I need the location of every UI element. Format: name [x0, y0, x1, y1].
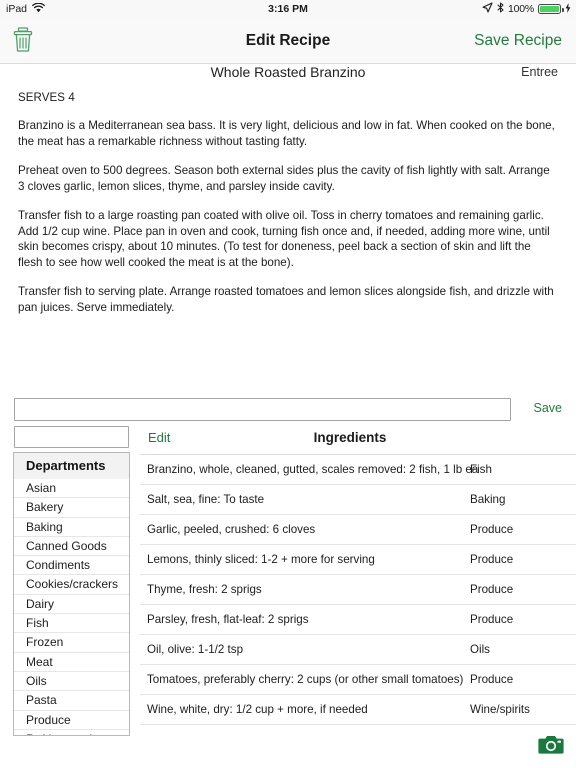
- ingredient-name: Tomatoes, preferably cherry: 2 cups (or …: [147, 673, 464, 686]
- location-arrow-icon: [482, 2, 493, 16]
- department-item[interactable]: Asian: [14, 479, 129, 499]
- department-item[interactable]: Oils: [14, 672, 129, 692]
- status-bar: iPad 3:16 PM 100%: [0, 0, 576, 18]
- ingredient-name: Garlic, peeled, crushed: 6 cloves: [147, 523, 316, 536]
- department-item[interactable]: Refrigerated: [14, 730, 129, 735]
- ingredients-column-header: Ingredients: [313, 430, 387, 445]
- ingredient-name: Lemons, thinly sliced: 1-2 + more for se…: [147, 553, 375, 566]
- recipe-paragraph: Transfer fish to a large roasting pan co…: [18, 209, 550, 269]
- department-item[interactable]: Baking: [14, 518, 129, 537]
- lightning-bolt-icon: [565, 2, 571, 16]
- department-item[interactable]: Meat: [14, 653, 129, 672]
- recipe-body[interactable]: SERVES 4 Branzino is a Mediterranean sea…: [18, 92, 558, 329]
- serves-text: SERVES 4: [18, 92, 75, 104]
- save-recipe-button[interactable]: Save Recipe: [474, 32, 562, 50]
- ingredient-category: Produce: [470, 613, 514, 626]
- status-bar-right: 100%: [482, 2, 571, 16]
- department-item[interactable]: Produce: [14, 711, 129, 730]
- departments-list[interactable]: Asian Bakery Baking Canned Goods Condiments C…: [14, 479, 129, 735]
- ingredient-category: Produce: [470, 523, 514, 536]
- table-row[interactable]: Branzino, whole, cleaned, gutted, scales…: [140, 455, 576, 485]
- ingredient-category: Wine/spirits: [470, 703, 530, 716]
- ingredient-name: Oil, olive: 1-1/2 tsp: [147, 643, 244, 656]
- ingredient-category: Produce: [470, 673, 514, 686]
- ingredient-category: Oils: [470, 643, 490, 656]
- ingredient-category: Produce: [470, 583, 514, 596]
- add-ingredient-input[interactable]: [14, 398, 511, 421]
- table-row[interactable]: Tomatoes, preferably cherry: 2 cups (or …: [140, 665, 576, 695]
- department-filter-input[interactable]: [14, 426, 129, 448]
- department-item[interactable]: Pasta: [14, 691, 129, 711]
- battery-icon: [538, 4, 564, 14]
- ingredient-name: Thyme, fresh: 2 sprigs: [147, 583, 262, 596]
- department-item[interactable]: Bakery: [14, 498, 129, 518]
- save-ingredient-button[interactable]: Save: [534, 401, 563, 415]
- battery-percent: 100%: [507, 3, 534, 15]
- ingredient-name: Parsley, fresh, flat-leaf: 2 sprigs: [147, 613, 309, 626]
- table-row[interactable]: Thyme, fresh: 2 sprigs Produce: [140, 575, 576, 605]
- add-ingredient-row: Save: [14, 398, 562, 422]
- ingredient-category: Produce: [470, 553, 514, 566]
- department-item[interactable]: Dairy: [14, 595, 129, 615]
- edit-button[interactable]: Edit: [148, 430, 170, 445]
- department-item[interactable]: Canned Goods: [14, 537, 129, 557]
- ingredient-name: Salt, sea, fine: To taste: [147, 493, 265, 506]
- table-row[interactable]: Garlic, peeled, crushed: 6 cloves Produce: [140, 515, 576, 545]
- table-row[interactable]: Oil, olive: 1-1/2 tsp Oils: [140, 635, 576, 665]
- recipe-paragraph: Branzino is a Mediterranean sea bass. It…: [18, 119, 555, 148]
- departments-header: Departments: [14, 453, 129, 479]
- recipe-paragraph: Transfer fish to serving plate. Arrange …: [18, 285, 554, 314]
- department-item[interactable]: Fish: [14, 614, 129, 634]
- camera-icon[interactable]: [538, 734, 564, 760]
- recipe-category[interactable]: Entree: [521, 65, 558, 79]
- table-row[interactable]: Wine, white, dry: 1/2 cup + more, if nee…: [140, 695, 576, 725]
- department-item[interactable]: Cookies/crackers: [14, 575, 129, 595]
- department-item[interactable]: Frozen: [14, 633, 129, 653]
- ingredient-category: Baking: [470, 493, 506, 506]
- recipe-title[interactable]: Whole Roasted Branzino: [0, 64, 576, 80]
- table-row[interactable]: Lemons, thinly sliced: 1-2 + more for se…: [140, 545, 576, 575]
- ingredient-name: Wine, white, dry: 1/2 cup + more, if nee…: [147, 703, 368, 716]
- departments-panel[interactable]: Departments Asian Bakery Baking Canned Good…: [13, 452, 130, 736]
- recipe-header: Whole Roasted Branzino Entree: [0, 64, 576, 90]
- navigation-bar: Edit Recipe Save Recipe: [0, 18, 576, 64]
- recipe-paragraph: Preheat oven to 500 degrees. Season both…: [18, 164, 550, 193]
- ingredients-table[interactable]: Branzino, whole, cleaned, gutted, scales…: [140, 455, 576, 725]
- table-row[interactable]: Parsley, fresh, flat-leaf: 2 sprigs Produ…: [140, 605, 576, 635]
- table-row[interactable]: Salt, sea, fine: To taste Baking: [140, 485, 576, 515]
- ingredient-category: Fish: [470, 463, 492, 476]
- bluetooth-icon: [497, 2, 504, 16]
- ingredient-name: Branzino, whole, cleaned, gutted, scales…: [147, 463, 479, 476]
- department-item[interactable]: Condiments: [14, 556, 129, 576]
- ipad-screen: iPad 3:16 PM 100% Edit Recipe Save Recip…: [0, 0, 576, 768]
